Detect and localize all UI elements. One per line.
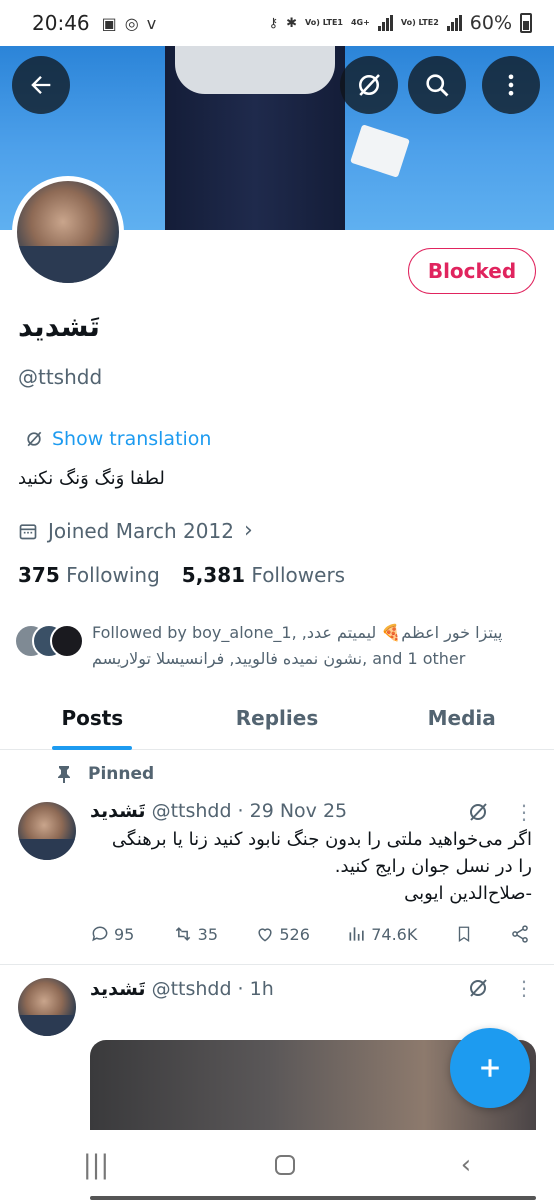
share-icon bbox=[512, 925, 528, 943]
followers-link[interactable]: 5,381 Followers bbox=[182, 563, 345, 587]
bookmark-button[interactable] bbox=[455, 924, 473, 944]
calendar-icon bbox=[19, 523, 37, 539]
status-bar: 20:46 ▣ ◎ v ⚷ ✱ Vo) LTE1 4G+ Vo) LTE2 60… bbox=[0, 0, 554, 46]
avatar bbox=[50, 624, 84, 658]
followed-by-text: Followed by boy_alone_1, پیتزا خور اعظم🍕… bbox=[92, 623, 503, 668]
repost-count: 35 bbox=[197, 924, 219, 944]
post-author-name[interactable]: تَشدید bbox=[90, 800, 146, 822]
pinned-label: Pinned bbox=[88, 764, 155, 784]
plus-icon bbox=[481, 1059, 499, 1077]
search-button[interactable] bbox=[408, 56, 466, 114]
post-timestamp[interactable]: · 1h bbox=[238, 978, 274, 1000]
reply-icon bbox=[92, 926, 108, 942]
vpn-key-icon: ⚷ bbox=[268, 15, 279, 31]
profile-tabs: Posts Replies Media bbox=[0, 690, 554, 750]
bookmark-icon bbox=[458, 926, 469, 943]
post-avatar[interactable] bbox=[18, 978, 76, 1036]
signal-icon-2 bbox=[446, 15, 462, 31]
tab-replies[interactable]: Replies bbox=[185, 690, 370, 749]
follow-stats: 375 Following 5,381 Followers bbox=[18, 563, 345, 587]
share-button[interactable] bbox=[510, 924, 530, 944]
like-count: 526 bbox=[279, 924, 310, 944]
status-right: ⚷ ✱ Vo) LTE1 4G+ Vo) LTE2 60% bbox=[269, 12, 532, 34]
recent-apps-icon[interactable]: ||| bbox=[83, 1150, 109, 1180]
post-author-handle[interactable]: @ttshdd bbox=[152, 800, 232, 822]
signal-icon bbox=[377, 15, 393, 31]
followed-by[interactable]: Followed by boy_alone_1, پیتزا خور اعظم🍕… bbox=[14, 620, 534, 672]
followers-label: Followers bbox=[251, 563, 346, 587]
repost-icon bbox=[175, 927, 190, 941]
status-time: 20:46 bbox=[32, 11, 90, 35]
network-label-1: Vo) LTE1 bbox=[305, 18, 343, 27]
search-icon bbox=[426, 74, 449, 97]
post-more-icon[interactable]: ⋮ bbox=[514, 800, 534, 824]
following-count: 375 bbox=[18, 563, 60, 587]
post-header: تَشدید @ttshdd · 1h bbox=[90, 978, 274, 1000]
following-link[interactable]: 375 Following bbox=[18, 563, 160, 587]
reply-count: 95 bbox=[114, 924, 135, 944]
grok-icon bbox=[27, 431, 42, 447]
post-actions: 95 35 526 74.6K bbox=[90, 924, 530, 944]
more-vertical-icon bbox=[508, 74, 514, 96]
compose-button[interactable] bbox=[450, 1028, 530, 1108]
pin-icon bbox=[58, 766, 70, 783]
grok-icon[interactable] bbox=[466, 976, 490, 1000]
back-nav-icon[interactable]: ‹ bbox=[461, 1150, 471, 1180]
views-icon bbox=[349, 927, 364, 941]
banner-paper bbox=[350, 124, 410, 178]
post-timestamp[interactable]: · 29 Nov 25 bbox=[238, 800, 348, 822]
joined-label: Joined March 2012 bbox=[48, 518, 234, 543]
joined-date[interactable]: Joined March 2012 › bbox=[18, 518, 253, 543]
tab-posts[interactable]: Posts bbox=[0, 690, 185, 750]
following-label: Following bbox=[66, 563, 160, 587]
chevron-right-icon: › bbox=[243, 518, 253, 543]
profile-bio: لطفا وَنگ وَنگ نکنید bbox=[18, 468, 165, 489]
arrow-left-icon bbox=[31, 76, 51, 94]
notification-icon: v bbox=[146, 13, 157, 33]
post-line: -صلاح‌الدین ایوبی bbox=[404, 883, 532, 904]
system-nav-bar: ||| ‹ bbox=[0, 1130, 554, 1200]
post-line: را در نسل جوان رایج کنید. bbox=[334, 856, 532, 877]
grok-icon bbox=[359, 74, 380, 96]
banner-shirt bbox=[175, 46, 335, 94]
repost-button[interactable]: 35 bbox=[172, 924, 218, 944]
user-handle: @ttshdd bbox=[18, 365, 103, 389]
network-label-3: Vo) LTE2 bbox=[400, 18, 439, 27]
views-count: 74.6K bbox=[371, 924, 418, 944]
follower-avatars bbox=[14, 624, 84, 660]
heart-icon bbox=[258, 928, 272, 942]
battery-icon bbox=[520, 13, 532, 33]
post-avatar[interactable] bbox=[18, 802, 76, 860]
home-icon[interactable] bbox=[274, 1155, 295, 1175]
battery-percent: 60% bbox=[469, 12, 512, 34]
display-name: تَشدید bbox=[18, 310, 100, 343]
tab-media[interactable]: Media bbox=[369, 690, 554, 749]
post-more-icon[interactable]: ⋮ bbox=[514, 976, 534, 1000]
more-options-button[interactable] bbox=[482, 56, 540, 114]
like-button[interactable]: 526 bbox=[255, 924, 310, 944]
reply-button[interactable]: 95 bbox=[90, 924, 134, 944]
gallery-icon: ▣ bbox=[101, 13, 117, 33]
back-button[interactable] bbox=[12, 56, 70, 114]
profile-avatar[interactable] bbox=[12, 176, 124, 288]
post-line: اگر می‌خواهید ملتی را بدون جنگ نابود کنی… bbox=[111, 829, 532, 850]
show-translation-label: Show translation bbox=[52, 428, 212, 450]
post-author-handle[interactable]: @ttshdd bbox=[152, 978, 232, 1000]
post-author-name[interactable]: تَشدید bbox=[90, 978, 146, 1000]
instagram-icon: ◎ bbox=[124, 13, 139, 33]
bluetooth-icon: ✱ bbox=[286, 15, 298, 31]
scroll-handle bbox=[90, 1196, 536, 1200]
grok-button[interactable] bbox=[340, 56, 398, 114]
followers-count: 5,381 bbox=[181, 563, 246, 587]
show-translation-link[interactable]: Show translation bbox=[24, 428, 211, 450]
post-text: اگر می‌خواهید ملتی را بدون جنگ نابود کنی… bbox=[92, 826, 532, 907]
views-button[interactable]: 74.6K bbox=[347, 924, 417, 944]
post-header: تَشدید @ttshdd · 29 Nov 25 bbox=[90, 800, 347, 822]
grok-icon[interactable] bbox=[466, 800, 490, 824]
blocked-button[interactable]: Blocked bbox=[408, 248, 536, 294]
network-label-2: 4G+ bbox=[350, 18, 370, 27]
pinned-indicator: Pinned bbox=[56, 764, 154, 784]
post-divider bbox=[0, 964, 554, 965]
